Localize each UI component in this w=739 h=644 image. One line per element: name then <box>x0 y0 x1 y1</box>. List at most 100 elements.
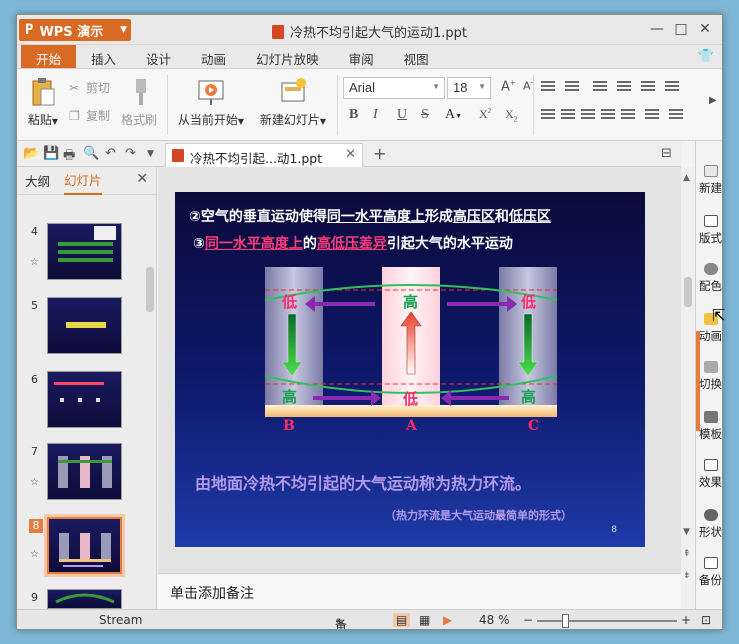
slide-sorter-button[interactable]: ▦ <box>419 613 430 627</box>
slideshow-button[interactable]: ▶ <box>443 613 452 627</box>
tab-design[interactable]: 设计 <box>131 45 186 68</box>
slide-note: （热力环流是大气运动最简单的形式） <box>385 509 572 522</box>
close-button[interactable]: ✕ <box>695 21 715 37</box>
maximize-button[interactable]: □ <box>671 21 691 37</box>
decrease-indent-icon[interactable] <box>593 81 607 93</box>
task-effects[interactable]: 效果 <box>696 459 722 490</box>
task-transition[interactable]: 切换 <box>696 361 722 392</box>
canvas-scrollbar[interactable]: ▲ ▼ ⇞ ⇟ <box>681 167 695 609</box>
zoom-out-icon[interactable]: − <box>523 613 533 627</box>
current-slide[interactable]: ②空气的垂直运动使得同一水平高度上形成高压区和低压区 ③同一水平高度上的高低压差… <box>175 192 645 547</box>
zoom-slider-knob[interactable] <box>562 614 569 628</box>
zoom-in-icon[interactable]: + <box>681 613 691 627</box>
new-tab-button[interactable]: + <box>373 144 386 163</box>
open-folder-icon[interactable]: 📂 <box>23 146 39 161</box>
task-layout[interactable]: 版式 <box>696 215 722 246</box>
font-size-select[interactable]: 18 ▼ <box>447 77 491 99</box>
align-center-icon[interactable] <box>561 109 575 121</box>
superscript-button[interactable]: X2 <box>479 107 491 122</box>
brush-icon <box>136 79 146 105</box>
theme-name: Stream <box>99 613 143 627</box>
justify-icon[interactable] <box>601 109 615 121</box>
increase-indent-icon[interactable] <box>617 81 631 93</box>
undo-icon[interactable]: ↶ <box>105 146 116 161</box>
label-a: A <box>405 418 418 432</box>
align-right-icon[interactable] <box>581 109 595 121</box>
slide-thumbnail[interactable] <box>47 371 122 428</box>
underline-button[interactable]: U <box>397 107 407 123</box>
notes-area[interactable]: 单击添加备注 <box>158 573 681 609</box>
slide-thumbnail[interactable] <box>47 589 122 609</box>
close-panel-icon[interactable]: ✕ <box>136 171 148 187</box>
cut-button[interactable]: ✂ 剪切 <box>69 79 110 96</box>
italic-button[interactable]: I <box>373 107 378 123</box>
tab-outline[interactable]: 大纲 <box>25 167 50 194</box>
numbering-icon[interactable] <box>565 81 579 93</box>
save-icon[interactable]: 💾 <box>43 146 59 161</box>
paste-button[interactable]: 粘贴▼ <box>23 77 63 128</box>
task-color-scheme[interactable]: 配色 <box>696 263 722 294</box>
slide-thumbnail[interactable] <box>47 223 122 280</box>
subscript-button[interactable]: X2 <box>505 107 517 123</box>
ribbon-scroll-right[interactable]: ▶ <box>709 95 717 106</box>
bold-button[interactable]: B <box>349 107 358 123</box>
tab-home[interactable]: 开始 <box>21 45 77 68</box>
slide-thumbnail[interactable] <box>47 297 122 354</box>
text-direction-icon[interactable] <box>665 81 679 93</box>
redo-icon[interactable]: ↷ <box>125 146 136 161</box>
document-tab[interactable]: 冷热不均引起...动1.ppt ✕ <box>165 143 363 167</box>
quick-access-dropdown[interactable]: ▼ <box>147 149 154 159</box>
skin-icon[interactable]: 👕 <box>698 49 714 64</box>
slide-thumbnail-selected[interactable] <box>47 517 122 574</box>
strikethrough-button[interactable]: S <box>421 107 429 123</box>
minimize-button[interactable]: — <box>647 21 667 37</box>
play-from-current-button[interactable]: 从当前开始▼ <box>175 77 247 128</box>
tab-insert[interactable]: 插入 <box>76 45 131 68</box>
slideshow-play-icon <box>198 80 224 105</box>
tab-slideshow[interactable]: 幻灯片放映 <box>241 45 334 68</box>
new-slide-button[interactable]: 新建幻灯片▼ <box>255 77 331 128</box>
format-painter-button[interactable]: 格式刷 <box>117 77 161 128</box>
print-icon[interactable]: 🖶 <box>63 146 75 168</box>
label-low-top-right: 低 <box>520 293 536 311</box>
valign-icon[interactable] <box>669 109 683 121</box>
slide-thumbnail-preview <box>66 322 106 328</box>
close-tab-icon[interactable]: ✕ <box>345 147 356 162</box>
bullets-icon[interactable] <box>541 81 555 93</box>
slide-page-number: 8 <box>611 525 617 535</box>
line-spacing-icon[interactable] <box>641 81 655 93</box>
panel-tabs: 大纲 幻灯片 ✕ <box>17 167 156 195</box>
new-icon <box>703 165 718 177</box>
shrink-font-icon[interactable]: A- <box>523 79 533 93</box>
align-left-icon[interactable] <box>541 109 555 121</box>
normal-view-button[interactable]: ▤ <box>393 613 411 627</box>
print-preview-icon[interactable]: 🔍 <box>83 146 99 161</box>
grow-font-icon[interactable]: A+ <box>501 79 516 94</box>
next-slide-icon[interactable]: ⇟ <box>683 571 691 581</box>
distribute-icon[interactable] <box>621 109 635 121</box>
font-color-button[interactable]: A▼ <box>445 107 462 123</box>
copy-button[interactable]: ❐ 复制 <box>69 107 110 124</box>
task-backup[interactable]: 备份 <box>696 557 722 588</box>
slide-thumbnail-preview <box>58 226 116 262</box>
scroll-thumb[interactable] <box>684 277 692 307</box>
tab-view[interactable]: 视图 <box>389 45 444 68</box>
label-high-bottom-right: 高 <box>521 388 536 406</box>
prev-slide-icon[interactable]: ⇞ <box>683 549 691 559</box>
zoom-slider-track[interactable] <box>537 620 677 622</box>
scroll-up-icon[interactable]: ▲ <box>683 173 690 183</box>
fit-window-icon[interactable]: ⊡ <box>701 613 711 627</box>
panel-scrollbar[interactable] <box>146 267 154 312</box>
task-template[interactable]: 模板 <box>696 411 722 442</box>
task-new[interactable]: 新建 <box>696 165 722 196</box>
tab-list-icon[interactable]: ⊟ <box>661 146 672 161</box>
columns-icon[interactable] <box>645 109 659 121</box>
effects-icon <box>703 459 718 471</box>
tab-review[interactable]: 审阅 <box>334 45 389 68</box>
font-name-select[interactable]: Arial ▼ <box>343 77 445 99</box>
scroll-down-icon[interactable]: ▼ <box>683 527 690 537</box>
slide-thumbnail[interactable] <box>47 443 122 500</box>
task-shapes[interactable]: 形状 <box>696 509 722 540</box>
tab-animation[interactable]: 动画 <box>186 45 241 68</box>
tab-slides[interactable]: 幻灯片 <box>64 166 102 195</box>
